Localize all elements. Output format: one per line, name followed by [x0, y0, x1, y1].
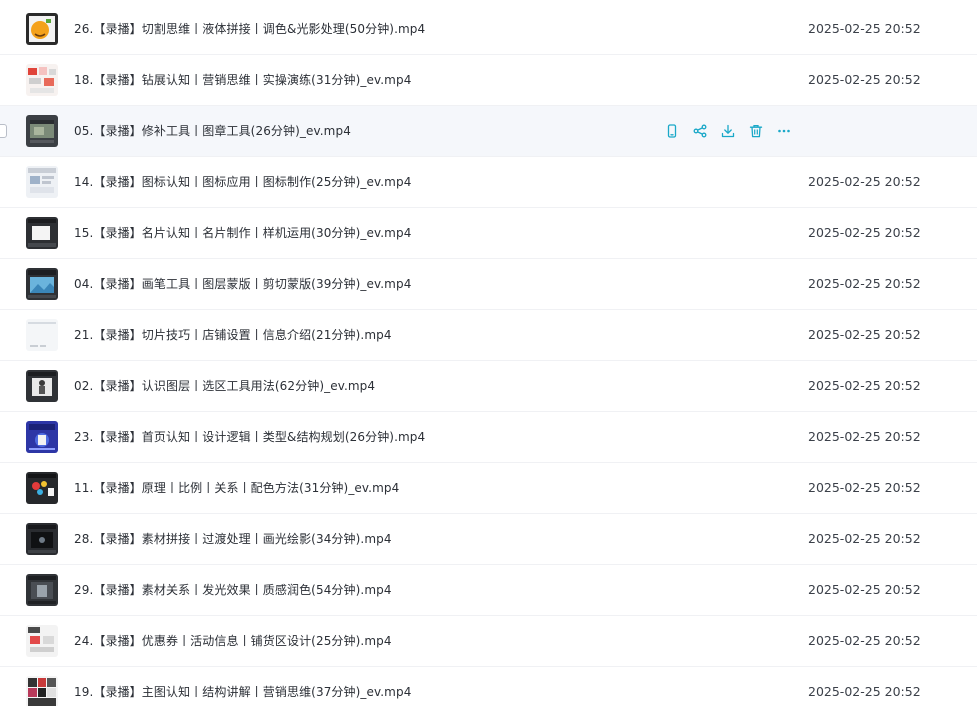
file-row[interactable]: 02.【录播】认识图层丨选区工具用法(62分钟)_ev.mp4 2025-02-2…: [0, 361, 977, 412]
file-row[interactable]: 24.【录播】优惠券丨活动信息丨铺货区设计(25分钟).mp4 2025-02-2…: [0, 616, 977, 667]
more-icon: [777, 124, 791, 138]
file-name[interactable]: 26.【录播】切割思维丨液体拼接丨调色&光影处理(50分钟).mp4: [74, 4, 425, 54]
file-row[interactable]: 14.【录播】图标认知丨图标应用丨图标制作(25分钟)_ev.mp4 2025-0…: [0, 157, 977, 208]
video-thumbnail[interactable]: [26, 472, 58, 504]
file-name[interactable]: 19.【录播】主图认知丨结构讲解丨营销思维(37分钟)_ev.mp4: [74, 667, 411, 706]
file-date: 2025-02-25 20:52: [808, 531, 921, 546]
file-date: 2025-02-25 20:52: [808, 480, 921, 495]
video-thumbnail[interactable]: [26, 574, 58, 606]
video-thumbnail[interactable]: [26, 268, 58, 300]
file-name[interactable]: 14.【录播】图标认知丨图标应用丨图标制作(25分钟)_ev.mp4: [74, 157, 411, 207]
file-name[interactable]: 29.【录播】素材关系丨发光效果丨质感润色(54分钟).mp4: [74, 565, 392, 615]
file-name[interactable]: 15.【录播】名片认知丨名片制作丨样机运用(30分钟)_ev.mp4: [74, 208, 411, 258]
video-thumbnail[interactable]: [26, 625, 58, 657]
file-row[interactable]: 19.【录播】主图认知丨结构讲解丨营销思维(37分钟)_ev.mp4 2025-0…: [0, 667, 977, 706]
file-date: 2025-02-25 20:52: [808, 225, 921, 240]
more-button[interactable]: [774, 121, 794, 141]
video-thumbnail[interactable]: [26, 64, 58, 96]
file-row[interactable]: 18.【录播】钻展认知丨营销思维丨实操演练(31分钟)_ev.mp4 2025-0…: [0, 55, 977, 106]
trash-icon: [749, 124, 763, 138]
file-row[interactable]: 05.【录播】修补工具丨图章工具(26分钟)_ev.mp4: [0, 106, 977, 157]
send-to-phone-button[interactable]: [662, 121, 682, 141]
file-date: 2025-02-25 20:52: [808, 378, 921, 393]
phone-icon: [665, 124, 679, 138]
file-row[interactable]: 26.【录播】切割思维丨液体拼接丨调色&光影处理(50分钟).mp4 2025-0…: [0, 4, 977, 55]
row-actions: [662, 121, 802, 141]
file-name[interactable]: 28.【录播】素材拼接丨过渡处理丨画光绘影(34分钟).mp4: [74, 514, 392, 564]
file-date: 2025-02-25 20:52: [808, 633, 921, 648]
file-name[interactable]: 11.【录播】原理丨比例丨关系丨配色方法(31分钟)_ev.mp4: [74, 463, 399, 513]
file-name[interactable]: 24.【录播】优惠券丨活动信息丨铺货区设计(25分钟).mp4: [74, 616, 392, 666]
file-row[interactable]: 23.【录播】首页认知丨设计逻辑丨类型&结构规划(26分钟).mp4 2025-0…: [0, 412, 977, 463]
file-name[interactable]: 02.【录播】认识图层丨选区工具用法(62分钟)_ev.mp4: [74, 361, 375, 411]
file-name[interactable]: 05.【录播】修补工具丨图章工具(26分钟)_ev.mp4: [74, 106, 351, 156]
file-name[interactable]: 18.【录播】钻展认知丨营销思维丨实操演练(31分钟)_ev.mp4: [74, 55, 411, 105]
file-date: 2025-02-25 20:52: [808, 174, 921, 189]
file-row[interactable]: 15.【录播】名片认知丨名片制作丨样机运用(30分钟)_ev.mp4 2025-0…: [0, 208, 977, 259]
video-thumbnail[interactable]: [26, 13, 58, 45]
file-name[interactable]: 23.【录播】首页认知丨设计逻辑丨类型&结构规划(26分钟).mp4: [74, 412, 425, 462]
video-thumbnail[interactable]: [26, 523, 58, 555]
video-thumbnail[interactable]: [26, 421, 58, 453]
file-date: 2025-02-25 20:52: [808, 327, 921, 342]
file-row[interactable]: 29.【录播】素材关系丨发光效果丨质感润色(54分钟).mp4 2025-02-2…: [0, 565, 977, 616]
file-date: 2025-02-25 20:52: [808, 582, 921, 597]
file-name[interactable]: 21.【录播】切片技巧丨店铺设置丨信息介绍(21分钟).mp4: [74, 310, 392, 360]
file-row[interactable]: 21.【录播】切片技巧丨店铺设置丨信息介绍(21分钟).mp4 2025-02-2…: [0, 310, 977, 361]
file-date: 2025-02-25 20:52: [808, 72, 921, 87]
delete-button[interactable]: [746, 121, 766, 141]
video-thumbnail[interactable]: [26, 217, 58, 249]
share-icon: [693, 124, 707, 138]
file-date: 2025-02-25 20:52: [808, 429, 921, 444]
file-date: 2025-02-25 20:52: [808, 21, 921, 36]
file-row[interactable]: 11.【录播】原理丨比例丨关系丨配色方法(31分钟)_ev.mp4 2025-02…: [0, 463, 977, 514]
download-icon: [721, 124, 735, 138]
file-name[interactable]: 04.【录播】画笔工具丨图层蒙版丨剪切蒙版(39分钟)_ev.mp4: [74, 259, 411, 309]
file-list: 26.【录播】切割思维丨液体拼接丨调色&光影处理(50分钟).mp4 2025-0…: [0, 0, 977, 706]
video-thumbnail[interactable]: [26, 676, 58, 706]
file-row[interactable]: 04.【录播】画笔工具丨图层蒙版丨剪切蒙版(39分钟)_ev.mp4 2025-0…: [0, 259, 977, 310]
video-thumbnail[interactable]: [26, 319, 58, 351]
file-date: 2025-02-25 20:52: [808, 276, 921, 291]
share-button[interactable]: [690, 121, 710, 141]
video-thumbnail[interactable]: [26, 166, 58, 198]
file-row[interactable]: 28.【录播】素材拼接丨过渡处理丨画光绘影(34分钟).mp4 2025-02-2…: [0, 514, 977, 565]
video-thumbnail[interactable]: [26, 370, 58, 402]
file-date: 2025-02-25 20:52: [808, 684, 921, 699]
download-button[interactable]: [718, 121, 738, 141]
video-thumbnail[interactable]: [26, 115, 58, 147]
row-checkbox[interactable]: [0, 124, 7, 138]
